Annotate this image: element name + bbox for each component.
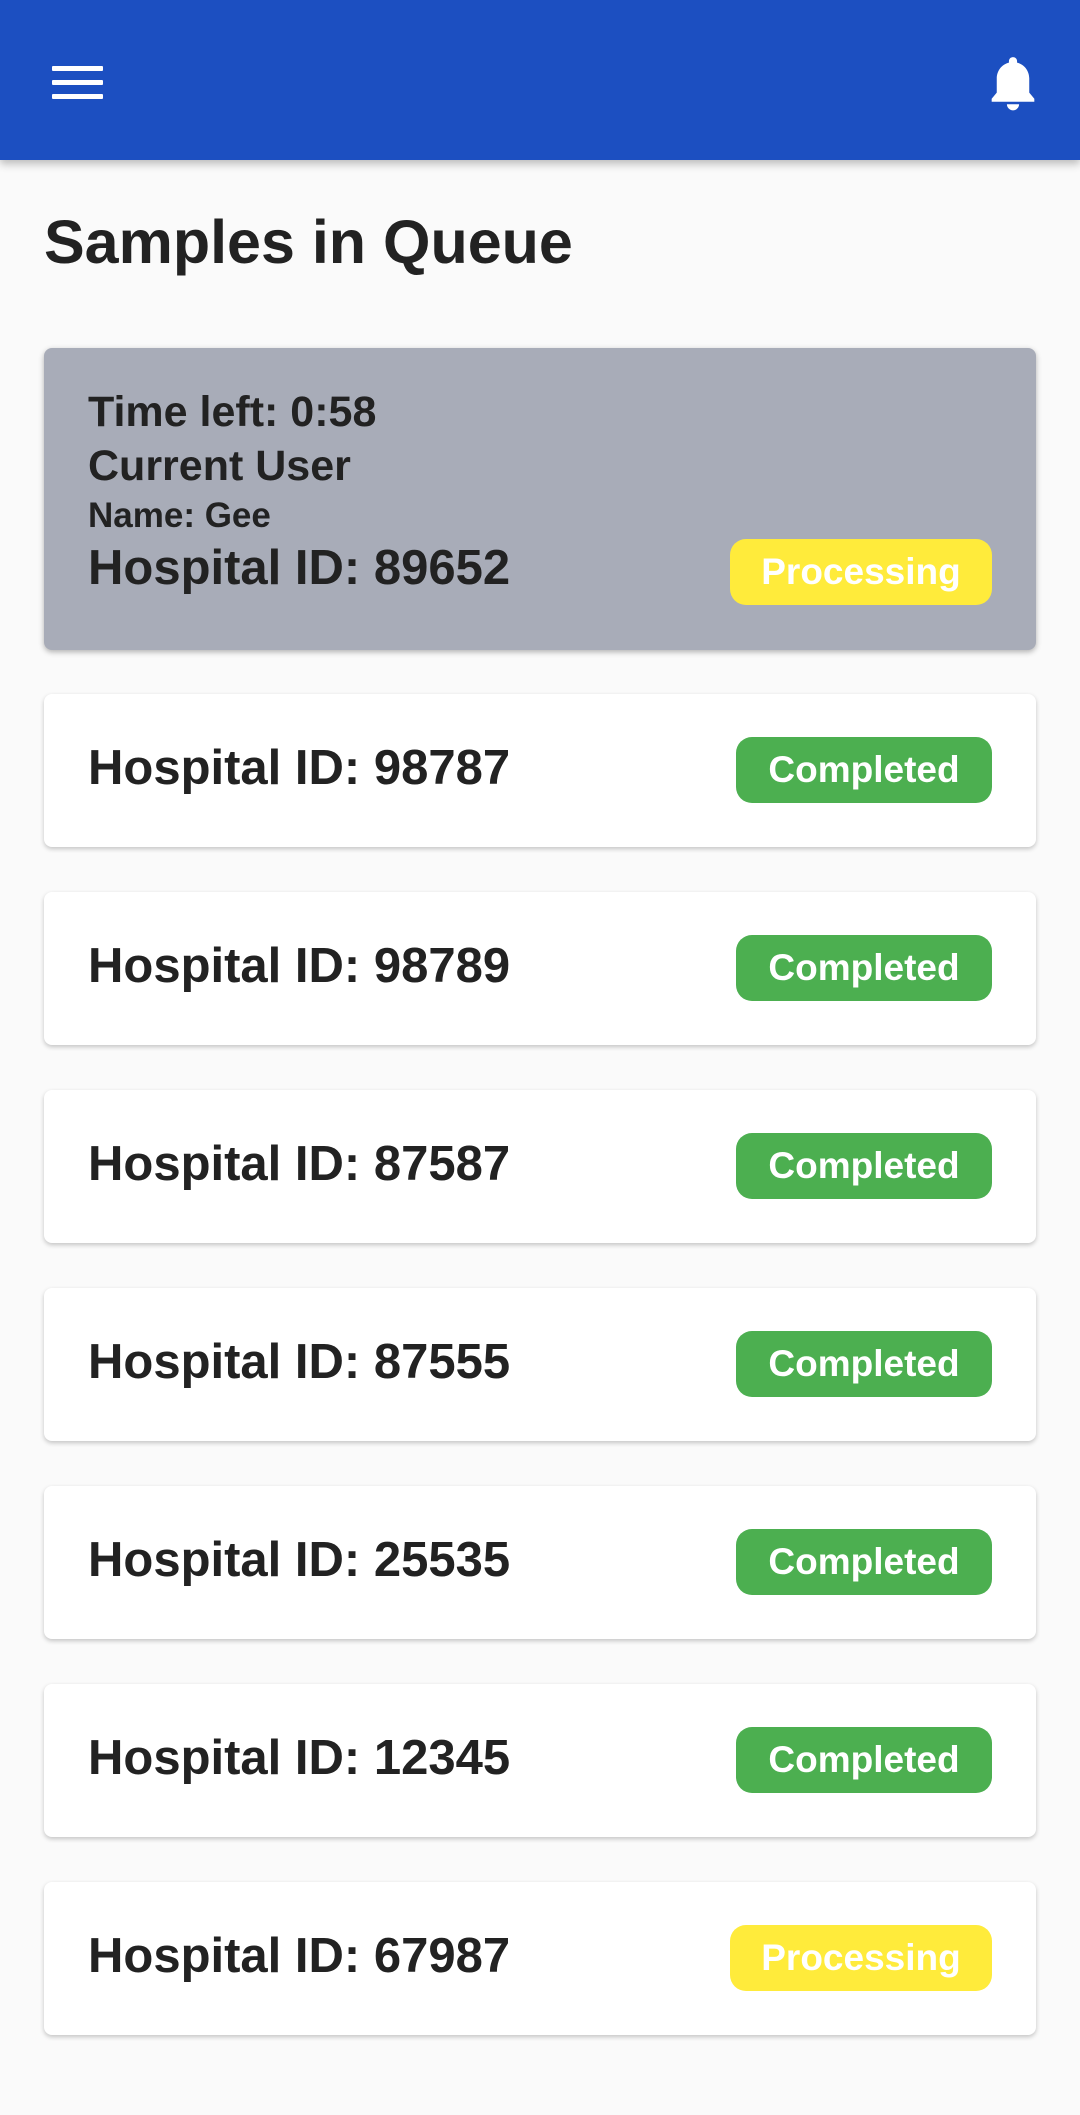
queue-item[interactable]: Hospital ID: 25535 Completed (44, 1486, 1036, 1639)
status-badge: Completed (736, 1727, 992, 1793)
hospital-id: Hospital ID: 98787 (88, 741, 511, 795)
status-badge: Completed (736, 1331, 992, 1397)
status-badge: Processing (730, 1925, 992, 1991)
current-hospital-id: Hospital ID: 89652 (88, 541, 511, 595)
menu-icon-line (52, 65, 103, 71)
queue-item[interactable]: Hospital ID: 87587 Completed (44, 1090, 1036, 1243)
hospital-id: Hospital ID: 87587 (88, 1137, 511, 1191)
status-badge: Completed (736, 935, 992, 1001)
time-left: Time left: 0:58 (88, 388, 377, 436)
hospital-id: Hospital ID: 67987 (88, 1929, 511, 1983)
queue-item[interactable]: Hospital ID: 98787 Completed (44, 694, 1036, 847)
hospital-id: Hospital ID: 25535 (88, 1533, 511, 1587)
status-badge: Processing (730, 539, 992, 605)
current-user-name: Name: Gee (88, 496, 271, 535)
queue-item[interactable]: Hospital ID: 87555 Completed (44, 1288, 1036, 1441)
current-sample-card[interactable]: Time left: 0:58 Current User Name: Gee H… (44, 348, 1036, 650)
page-title: Samples in Queue (44, 208, 573, 276)
queue-item[interactable]: Hospital ID: 98789 Completed (44, 892, 1036, 1045)
hospital-id: Hospital ID: 87555 (88, 1335, 511, 1389)
menu-icon[interactable] (44, 55, 108, 109)
bell-icon[interactable] (982, 52, 1044, 118)
app-bar (0, 0, 1080, 160)
status-badge: Completed (736, 1529, 992, 1595)
bell-icon-glyph (991, 57, 1035, 111)
status-badge: Completed (736, 737, 992, 803)
menu-icon-line (52, 79, 103, 85)
hospital-id: Hospital ID: 12345 (88, 1731, 511, 1785)
queue-item[interactable]: Hospital ID: 12345 Completed (44, 1684, 1036, 1837)
queue-item[interactable]: Hospital ID: 67987 Processing (44, 1882, 1036, 2035)
status-badge: Completed (736, 1133, 992, 1199)
menu-icon-line (52, 93, 103, 99)
current-user-heading: Current User (88, 442, 351, 490)
hospital-id: Hospital ID: 98789 (88, 939, 511, 993)
